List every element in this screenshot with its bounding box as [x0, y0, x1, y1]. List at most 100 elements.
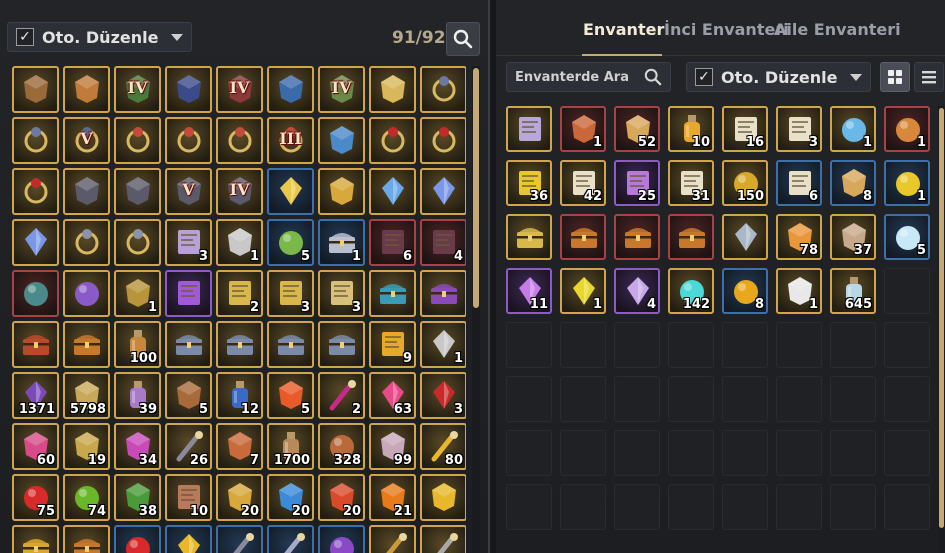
inventory-slot[interactable]: 1: [560, 268, 606, 314]
search-icon[interactable]: [644, 68, 662, 86]
inventory-slot[interactable]: [668, 214, 714, 260]
inventory-slot[interactable]: [420, 270, 466, 317]
inventory-slot[interactable]: 21: [369, 474, 416, 521]
inventory-slot[interactable]: [318, 321, 365, 368]
inventory-slot[interactable]: 20: [318, 474, 365, 521]
inventory-slot[interactable]: 60: [12, 423, 59, 470]
tab-inventory[interactable]: Envanter: [583, 20, 664, 39]
empty-slot[interactable]: [830, 322, 876, 368]
empty-slot[interactable]: [722, 430, 768, 476]
inventory-slot[interactable]: 3: [318, 270, 365, 317]
inventory-slot[interactable]: 645: [830, 268, 876, 314]
inventory-slot[interactable]: V: [165, 168, 212, 215]
inventory-slot[interactable]: 10: [165, 474, 212, 521]
inventory-slot[interactable]: 3: [420, 372, 466, 419]
empty-slot[interactable]: [668, 430, 714, 476]
empty-slot[interactable]: [884, 268, 930, 314]
list-view-button[interactable]: [914, 62, 944, 92]
inventory-slot[interactable]: 31: [668, 160, 714, 206]
inventory-slot[interactable]: [165, 525, 212, 553]
inventory-slot[interactable]: 5798: [63, 372, 110, 419]
empty-slot[interactable]: [560, 430, 606, 476]
inventory-slot[interactable]: [165, 270, 212, 317]
inventory-slot[interactable]: 25: [614, 160, 660, 206]
inventory-slot[interactable]: 74: [63, 474, 110, 521]
inventory-slot[interactable]: 6: [776, 160, 822, 206]
inventory-slot[interactable]: [216, 117, 263, 164]
scrollbar-thumb[interactable]: [473, 68, 479, 308]
inventory-slot[interactable]: [12, 219, 59, 266]
inventory-slot[interactable]: [318, 168, 365, 215]
inventory-slot[interactable]: 1700: [267, 423, 314, 470]
empty-slot[interactable]: [776, 430, 822, 476]
inventory-slot[interactable]: 2: [216, 270, 263, 317]
inventory-slot[interactable]: 7: [216, 423, 263, 470]
inventory-slot[interactable]: 20: [267, 474, 314, 521]
inventory-slot[interactable]: 1: [216, 219, 263, 266]
search-button[interactable]: [446, 22, 480, 56]
inventory-slot[interactable]: [12, 117, 59, 164]
inventory-slot[interactable]: 3: [776, 106, 822, 152]
empty-slot[interactable]: [722, 322, 768, 368]
tab-pearl-inventory[interactable]: İnci Envanteri: [664, 20, 789, 39]
inventory-slot[interactable]: 78: [776, 214, 822, 260]
inventory-slot[interactable]: 1: [420, 321, 466, 368]
inventory-slot[interactable]: [267, 66, 314, 113]
inventory-slot[interactable]: 1: [884, 160, 930, 206]
inventory-slot[interactable]: 9: [369, 321, 416, 368]
inventory-slot[interactable]: [560, 214, 606, 260]
inventory-search-input[interactable]: [515, 69, 638, 85]
inventory-slot[interactable]: 99: [369, 423, 416, 470]
inventory-slot[interactable]: [420, 474, 466, 521]
inventory-slot[interactable]: 100: [114, 321, 161, 368]
empty-slot[interactable]: [830, 430, 876, 476]
inventory-slot[interactable]: 1: [884, 106, 930, 152]
empty-slot[interactable]: [506, 322, 552, 368]
empty-slot[interactable]: [884, 484, 930, 530]
grid-view-button[interactable]: [880, 62, 910, 92]
inventory-slot[interactable]: [63, 168, 110, 215]
inventory-slot[interactable]: [63, 525, 110, 553]
inventory-slot[interactable]: 5: [267, 372, 314, 419]
inventory-slot[interactable]: [614, 214, 660, 260]
inventory-slot[interactable]: 8: [830, 160, 876, 206]
inventory-slot[interactable]: [12, 66, 59, 113]
inventory-slot[interactable]: 4: [420, 219, 466, 266]
empty-slot[interactable]: [776, 376, 822, 422]
inventory-slot[interactable]: 63: [369, 372, 416, 419]
inventory-slot[interactable]: [506, 106, 552, 152]
inventory-slot[interactable]: [63, 219, 110, 266]
inventory-slot[interactable]: [114, 168, 161, 215]
inventory-slot[interactable]: 16: [722, 106, 768, 152]
inventory-slot[interactable]: 3: [267, 270, 314, 317]
inventory-slot[interactable]: 328: [318, 423, 365, 470]
empty-slot[interactable]: [614, 322, 660, 368]
empty-slot[interactable]: [884, 322, 930, 368]
empty-slot[interactable]: [668, 376, 714, 422]
inventory-slot[interactable]: 5: [884, 214, 930, 260]
inventory-slot[interactable]: [114, 117, 161, 164]
inventory-slot[interactable]: [165, 66, 212, 113]
empty-slot[interactable]: [776, 484, 822, 530]
inventory-slot[interactable]: IV: [318, 66, 365, 113]
inventory-slot[interactable]: 5: [165, 372, 212, 419]
inventory-slot[interactable]: [318, 117, 365, 164]
inventory-slot[interactable]: 1: [318, 219, 365, 266]
tab-family-inventory[interactable]: Aile Envanteri: [774, 20, 901, 39]
inventory-slot[interactable]: 12: [216, 372, 263, 419]
inventory-slot[interactable]: 1: [776, 268, 822, 314]
inventory-slot[interactable]: [267, 321, 314, 368]
empty-slot[interactable]: [884, 430, 930, 476]
auto-sort-checkbox[interactable]: ✓: [695, 68, 713, 86]
inventory-slot[interactable]: 36: [506, 160, 552, 206]
empty-slot[interactable]: [614, 484, 660, 530]
empty-slot[interactable]: [722, 484, 768, 530]
inventory-slot[interactable]: [12, 525, 59, 553]
inventory-slot[interactable]: [63, 66, 110, 113]
inventory-slot[interactable]: 1: [114, 270, 161, 317]
inventory-slot[interactable]: 1371: [12, 372, 59, 419]
inventory-slot[interactable]: 142: [668, 268, 714, 314]
empty-slot[interactable]: [560, 484, 606, 530]
inventory-slot[interactable]: [318, 525, 365, 553]
inventory-slot[interactable]: [420, 66, 466, 113]
